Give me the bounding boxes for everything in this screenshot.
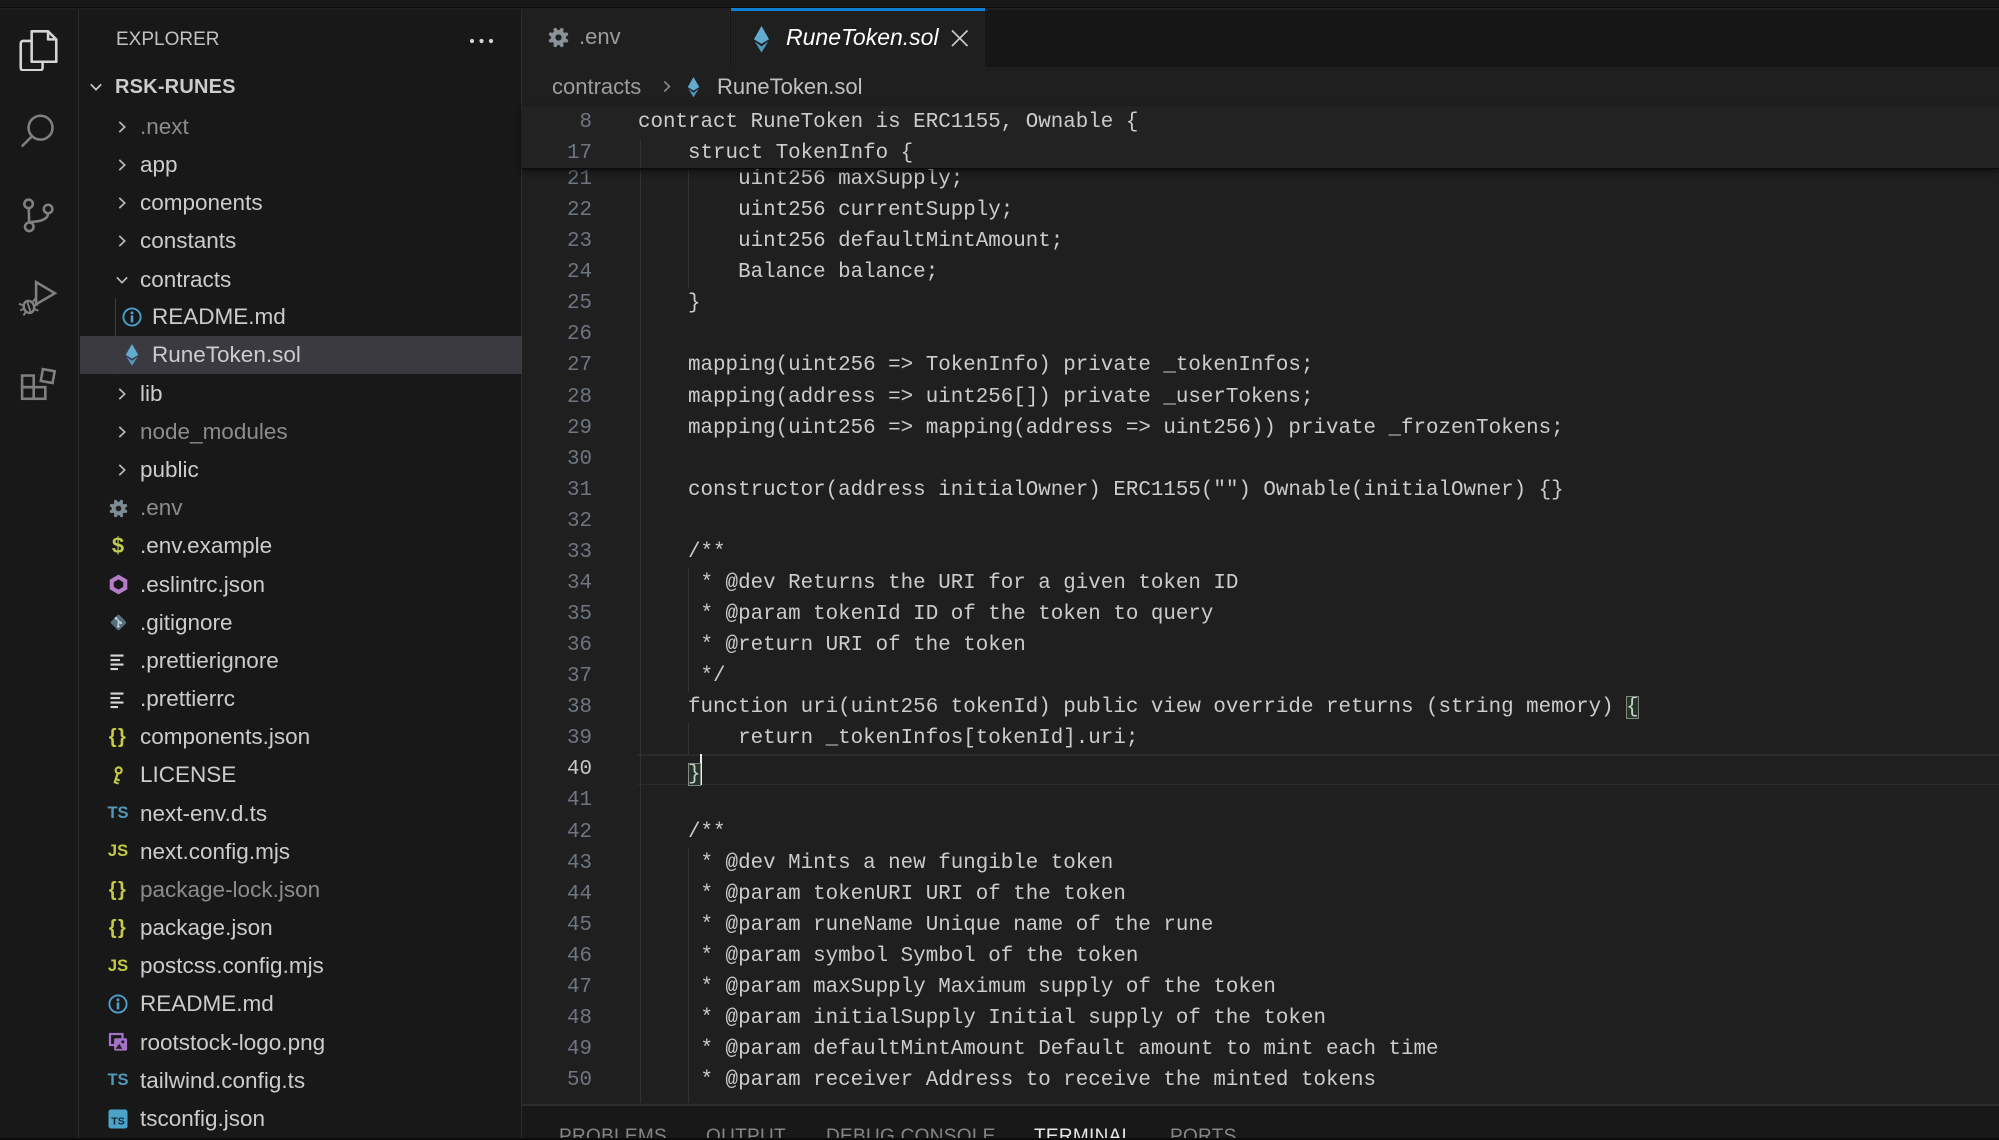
svg-text:TS: TS — [111, 1116, 124, 1128]
